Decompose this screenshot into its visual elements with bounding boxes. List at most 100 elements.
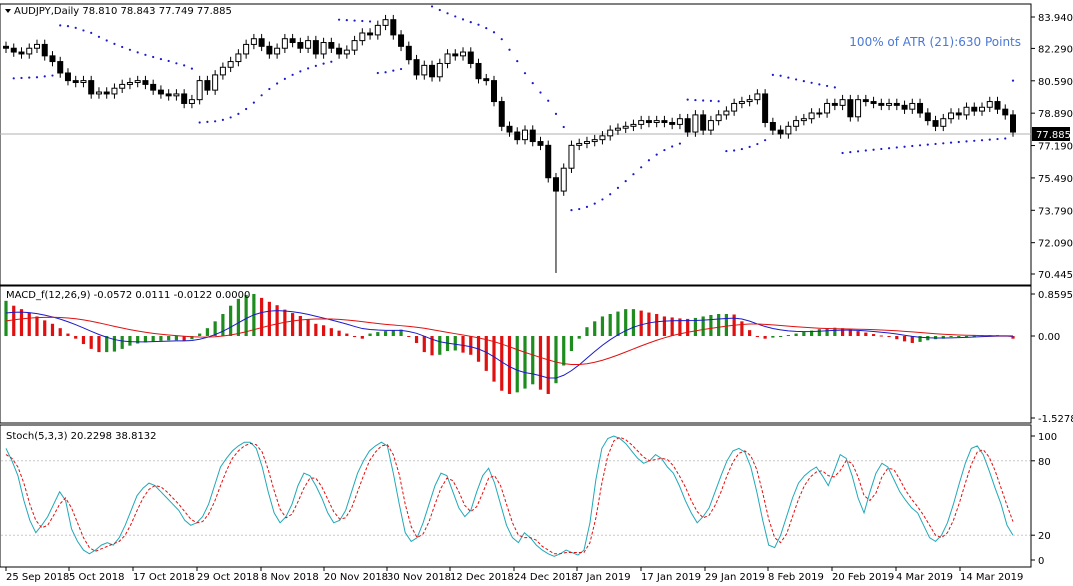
macd-bar — [562, 336, 566, 366]
candle-body — [95, 91, 102, 95]
candle-body — [777, 129, 784, 135]
sar-dot — [152, 55, 155, 59]
sar-dot — [694, 98, 697, 102]
macd-bar — [593, 321, 597, 336]
candle-body — [320, 42, 327, 55]
date-tick-label: 20 Nov 2018 — [324, 572, 388, 583]
macd-bar — [360, 336, 364, 339]
candle-body — [72, 80, 79, 84]
macd-bar — [717, 314, 721, 336]
candle-body — [258, 38, 265, 47]
sar-dot — [609, 193, 612, 196]
sar-dot — [206, 120, 209, 123]
candle-body — [552, 177, 559, 192]
sar-dot — [880, 147, 883, 151]
candle-body — [227, 61, 234, 68]
macd-bar — [701, 316, 705, 336]
candle-body — [700, 114, 707, 131]
stoch-tick-label: 100 — [1038, 432, 1057, 443]
candle-body — [188, 99, 195, 104]
sar-dot — [818, 83, 821, 86]
macd-bar — [492, 336, 496, 382]
sar-dot — [764, 139, 767, 142]
date-tick-label: 14 Mar 2019 — [960, 572, 1023, 583]
sar-dot — [454, 15, 457, 18]
macd-bar — [740, 321, 744, 336]
sar-dot — [523, 72, 527, 75]
macd-bar — [407, 336, 411, 337]
sar-dot — [252, 101, 255, 104]
candle-body — [893, 102, 900, 106]
sar-dot — [740, 147, 743, 151]
sar-dot — [353, 19, 356, 22]
candle-body — [111, 87, 118, 95]
sar-dot — [492, 31, 496, 34]
date-axis: 25 Sep 2018 5 Oct 2018 17 Oct 2018 29 Oct 2… — [5, 567, 1023, 583]
sar-dot — [291, 73, 294, 76]
sar-dot — [198, 121, 201, 124]
sar-dot — [461, 18, 465, 21]
sar-dot — [957, 140, 960, 144]
candle-body — [645, 120, 652, 124]
sar-dot — [500, 38, 503, 41]
date-tick-label: 29 Jan 2019 — [705, 572, 765, 583]
macd-bar — [554, 336, 558, 384]
sar-dot — [361, 19, 364, 23]
sar-dot — [554, 112, 558, 115]
macd-bar — [236, 298, 240, 336]
sar-dot — [996, 137, 999, 141]
candle-body — [382, 19, 389, 26]
candle-body — [638, 120, 645, 125]
sar-dot — [237, 112, 240, 115]
candle-body — [808, 112, 815, 120]
candle-body — [568, 144, 575, 169]
candle-body — [800, 118, 807, 122]
candle-body — [731, 102, 738, 112]
candle-body — [18, 51, 25, 55]
candle-body — [793, 120, 800, 127]
candle-body — [886, 102, 893, 106]
sar-dot — [570, 209, 573, 212]
sar-dot — [779, 74, 782, 77]
sar-dot — [90, 31, 93, 34]
sar-dot — [121, 45, 124, 49]
sar-dot — [702, 99, 705, 102]
macd-bar — [624, 309, 628, 336]
macd-bar — [35, 316, 39, 336]
candle-body — [312, 40, 319, 55]
sar-dot — [113, 42, 116, 45]
sar-dot — [477, 23, 480, 26]
sar-dot — [624, 180, 627, 183]
atr-label: 100% of ATR (21):630 Points — [849, 35, 1021, 49]
sar-dot — [376, 71, 379, 75]
sar-dot — [748, 145, 751, 149]
sar-dot — [105, 39, 108, 42]
macd-bar — [538, 336, 543, 390]
candle-body — [963, 106, 970, 116]
candle-body — [405, 45, 412, 61]
macd-bar — [662, 316, 667, 336]
price-tick-label: 80.590 — [1038, 77, 1073, 88]
sar-dot — [895, 146, 898, 149]
macd-bar — [631, 309, 636, 336]
stoch-tick-label: 80 — [1038, 457, 1051, 468]
sar-dot — [1004, 137, 1007, 140]
candle-body — [57, 61, 64, 74]
macd-bar — [352, 336, 357, 338]
candle-body — [1010, 114, 1016, 133]
macd-bar — [817, 329, 821, 336]
sar-dot — [709, 99, 713, 102]
sar-dot — [229, 116, 232, 119]
sar-dot — [214, 120, 217, 123]
candle-body — [181, 93, 188, 104]
candle-body — [537, 141, 544, 146]
sar-dot — [183, 64, 186, 67]
macd-bar — [616, 311, 620, 336]
price-tick-label: 77.190 — [1038, 142, 1073, 153]
macd-bar — [794, 333, 798, 336]
sar-dot — [787, 76, 790, 79]
date-tick-label: 30 Nov 2018 — [387, 572, 451, 583]
macd-bar — [748, 330, 752, 336]
sar-dot — [616, 186, 620, 189]
sar-dot — [601, 198, 604, 201]
